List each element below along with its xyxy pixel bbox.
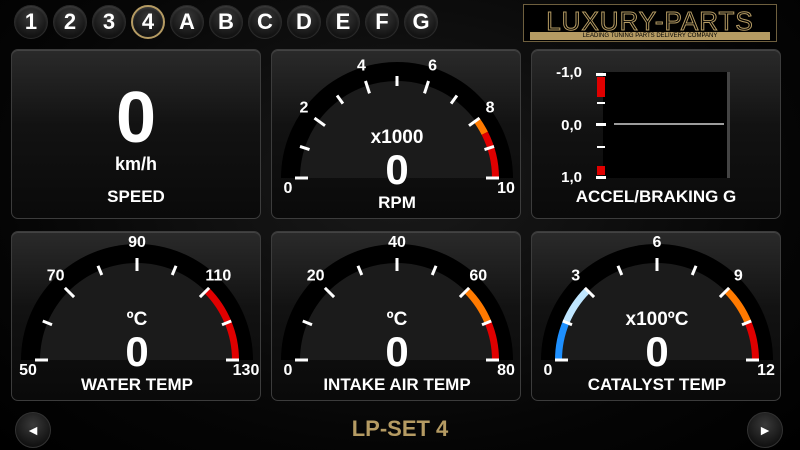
gauge-tick-label: 9 [734, 268, 743, 285]
accel-panel[interactable]: -1,0 0,0 1,0 ACCEL/BRAKING G [531, 49, 781, 219]
accel-tick-mid [596, 123, 606, 126]
intake-air-temp-gauge: 020406080ºC0INTAKE AIR TEMP [281, 234, 515, 394]
gauge-label: WATER TEMP [81, 375, 193, 394]
tab-4[interactable]: 4 [131, 5, 165, 39]
tab-g[interactable]: G [404, 5, 438, 39]
gauge-tick-label: 50 [19, 362, 37, 379]
catalyst-temp-gauge: 036912x100ºC0CATALYST TEMP [541, 234, 775, 394]
gauge-tick-label: 110 [205, 268, 231, 285]
set-title: LP-SET 4 [351, 416, 449, 441]
accel-plot-area [603, 72, 727, 178]
brand-logo: LUXURY-PARTS LEADING TUNING PARTS DELIVE… [523, 4, 777, 42]
catalyst-temp-gauge-panel[interactable]: 0 3 6 9 12 x100ºC 0 CATALYST TEMP [531, 231, 781, 401]
accel-tick-label: 0,0 [561, 117, 582, 134]
gauge-label: RPM [378, 193, 416, 212]
gauge-tick-label: 4 [357, 58, 366, 75]
next-set-button[interactable]: ► [747, 412, 783, 448]
tab-3[interactable]: 3 [92, 5, 126, 39]
tab-b[interactable]: B [209, 5, 243, 39]
gauge-tick-label: 6 [428, 58, 437, 75]
accel-label: ACCEL/BRAKING G [575, 187, 737, 206]
water-temp-gauge-panel[interactable]: 50 70 90 110 130 ºC 0 WATER TEMP [11, 231, 261, 401]
speed-value: 0 [115, 78, 157, 158]
tab-2[interactable]: 2 [53, 5, 87, 39]
gauge-value: 0 [385, 328, 408, 375]
accel-tick-label: -1,0 [556, 64, 582, 81]
gauge-tick-label: 60 [469, 268, 487, 285]
rpm-gauge: 024 6810x10000RPM [281, 58, 515, 212]
tab-c[interactable]: C [248, 5, 282, 39]
gauge-label: CATALYST TEMP [588, 375, 727, 394]
accel-red-bottom [597, 166, 605, 175]
gauge-tick-label: 0 [284, 180, 293, 197]
page-tabs: 1 2 3 4 A B C D E F G [14, 5, 438, 41]
tab-1[interactable]: 1 [14, 5, 48, 39]
gauge-unit: x100ºC [626, 309, 689, 330]
tab-d[interactable]: D [287, 5, 321, 39]
gauge-unit: ºC [127, 309, 148, 330]
arrow-right-icon: ► [758, 422, 772, 438]
gauge-tick-label: 20 [307, 268, 325, 285]
tab-e[interactable]: E [326, 5, 360, 39]
gauge-unit: x1000 [371, 127, 424, 148]
intake-air-temp-gauge-panel[interactable]: 0 20 40 60 80 ºC 0 INTAKE AIR TEMP [271, 231, 521, 401]
gauge-tick-label: 0 [284, 362, 293, 379]
logo-tagline: LEADING TUNING PARTS DELIVERY COMPANY [530, 32, 770, 40]
gauge-tick-label: 130 [233, 362, 260, 379]
gauge-unit: ºC [387, 309, 408, 330]
accel-tick-label: 1,0 [561, 169, 582, 186]
gauge-value: 0 [645, 328, 668, 375]
gauge-tick-label: 80 [497, 362, 515, 379]
gauge-tick-label: 10 [497, 180, 515, 197]
water-temp-gauge: 50 70 90 110 130 ºC0WATER TEMP [19, 234, 260, 394]
gauge-tick-label: 12 [757, 362, 775, 379]
speed-label: SPEED [107, 187, 165, 206]
bottom-bar: ◄ LP-SET 4 ► [0, 406, 800, 450]
gauge-tick-label: 40 [388, 234, 406, 251]
accel-tick-top [596, 73, 606, 76]
gauge-tick-label: 8 [486, 99, 495, 116]
gauge-tick-label: 90 [128, 234, 146, 251]
tab-f[interactable]: F [365, 5, 399, 39]
speed-unit: km/h [114, 154, 157, 174]
gauge-tick-label: 0 [544, 362, 553, 379]
accel-tick-bottom [596, 176, 606, 179]
speed-panel[interactable]: 0 km/h SPEED [11, 49, 261, 219]
gauge-tick-label: 70 [47, 268, 65, 285]
gauge-value: 0 [125, 328, 148, 375]
gauge-label: INTAKE AIR TEMP [323, 375, 470, 394]
gauge-tick-label: 6 [653, 234, 662, 251]
accel-red-top [597, 77, 605, 97]
accel-plot-edge [727, 72, 730, 178]
tab-a[interactable]: A [170, 5, 204, 39]
accel-tick-q3 [597, 146, 605, 148]
rpm-gauge-panel[interactable]: 0 2 4 6 8 10 x1000 0 RPM [271, 49, 521, 219]
gauge-tick-label: 2 [300, 99, 309, 116]
accel-tick-q1 [597, 102, 605, 104]
gauge-value: 0 [385, 146, 408, 193]
gauge-tick-label: 3 [571, 268, 580, 285]
